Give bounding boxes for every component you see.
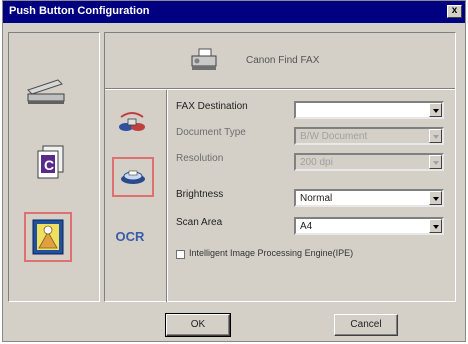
- document-type-select: B/W Document: [294, 127, 444, 145]
- fax-printer-icon: [191, 48, 217, 70]
- cancel-button[interactable]: Cancel: [334, 314, 398, 336]
- fax-icon: [121, 170, 145, 184]
- chevron-down-icon[interactable]: [429, 103, 442, 117]
- close-button[interactable]: x: [447, 5, 462, 18]
- scan-area-value: A4: [300, 221, 313, 232]
- title-bar[interactable]: Push Button Configuration x: [3, 1, 465, 23]
- resolution-value: 200 dpi: [300, 157, 333, 168]
- function-ocr[interactable]: OCR: [112, 229, 148, 244]
- function-divider: [166, 90, 168, 302]
- resolution-label: Resolution: [176, 153, 224, 164]
- header-title: Canon Find FAX: [246, 55, 320, 66]
- fax-destination-label: FAX Destination: [176, 101, 248, 112]
- ipe-checkbox[interactable]: [176, 250, 185, 259]
- document-type-label: Document Type: [176, 127, 246, 138]
- chevron-down-icon: [429, 129, 442, 143]
- chevron-down-icon: [429, 155, 442, 169]
- function-fax[interactable]: [112, 157, 154, 197]
- header-divider: [105, 88, 455, 90]
- email-icon: [119, 112, 145, 131]
- window-title: Push Button Configuration: [9, 5, 150, 17]
- header-fax-icon: [188, 46, 220, 74]
- sidebar-item-scanner[interactable]: [22, 74, 76, 108]
- brightness-label: Brightness: [176, 189, 224, 200]
- sidebar-item-copy[interactable]: C: [30, 142, 70, 182]
- chevron-down-icon[interactable]: [429, 191, 442, 205]
- photo-frame-icon: [32, 219, 64, 255]
- ipe-checkbox-label[interactable]: Intelligent Image Processing Engine(IPE): [189, 248, 353, 258]
- fax-destination-select[interactable]: [294, 101, 444, 119]
- ok-button[interactable]: OK: [165, 313, 231, 337]
- scanner-icon: [27, 79, 65, 104]
- scan-area-select[interactable]: A4: [294, 217, 444, 235]
- scan-area-label: Scan Area: [176, 217, 223, 228]
- function-email[interactable]: [112, 104, 152, 140]
- document-type-value: B/W Document: [300, 131, 368, 142]
- brightness-select[interactable]: Normal: [294, 189, 444, 207]
- svg-text:C: C: [44, 157, 54, 173]
- resolution-select: 200 dpi: [294, 153, 444, 171]
- brightness-value: Normal: [300, 193, 333, 204]
- sidebar-item-photo[interactable]: [24, 212, 72, 262]
- chevron-down-icon[interactable]: [429, 219, 442, 233]
- copy-document-icon: C: [37, 145, 64, 179]
